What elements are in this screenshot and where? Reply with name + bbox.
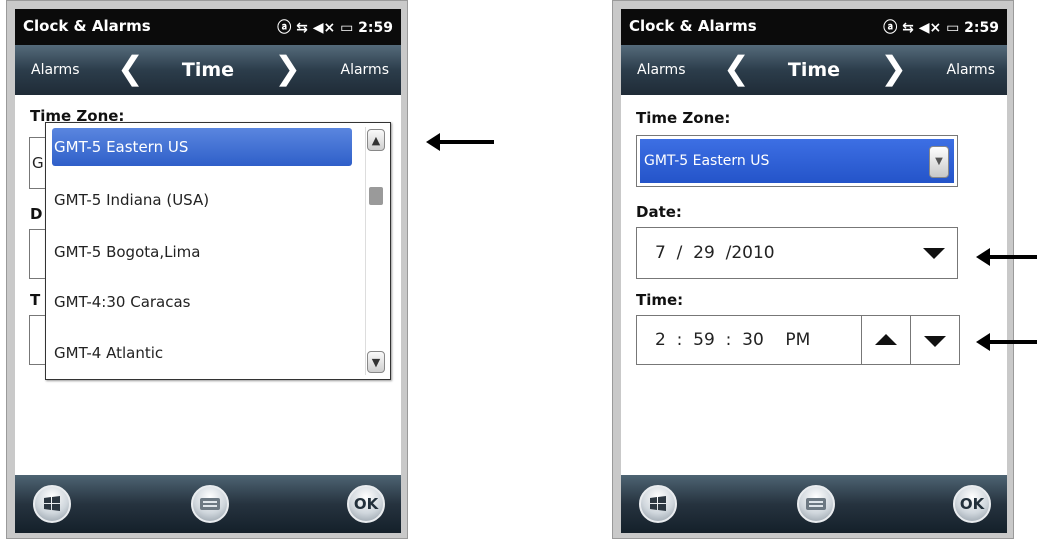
- time-value: 2 : 59 : 30 PM: [655, 330, 811, 350]
- date-label: Date:: [636, 203, 682, 221]
- dropdown-option[interactable]: GMT-4:30 Caracas: [52, 283, 352, 321]
- scroll-thumb[interactable]: [369, 187, 383, 205]
- bottom-bar: OK: [15, 475, 401, 533]
- arrow-down-icon: [924, 336, 946, 347]
- windows-start-button[interactable]: [33, 485, 71, 523]
- windows-start-icon: [650, 496, 666, 511]
- dropdown-scrollbar[interactable]: ▲ ▼: [365, 127, 386, 375]
- chevron-right-icon[interactable]: ❯: [274, 52, 301, 84]
- keyboard-button[interactable]: [191, 485, 229, 523]
- keyboard-icon: [200, 498, 220, 510]
- ok-button[interactable]: OK: [953, 485, 991, 523]
- windows-start-button[interactable]: [639, 485, 677, 523]
- arrow-up-icon: [875, 334, 897, 345]
- device-right: Clock & Alarms ⓐ ⇆ ◀× ▭ 2:59 Alarms ❮ Ti…: [612, 0, 1014, 539]
- status-icons: ⓐ ⇆ ◀× ▭ 2:59: [277, 20, 393, 36]
- content-area: Time Zone: GMT-5 Eastern US ▼ Date: 7 / …: [621, 95, 1007, 475]
- nav-bar: Alarms ❮ Time ❯ Alarms: [621, 45, 1007, 95]
- time-decrement-button[interactable]: [910, 315, 960, 365]
- date-value: 7 / 29 /2010: [655, 243, 775, 263]
- status-bar: Clock & Alarms ⓐ ⇆ ◀× ▭ 2:59: [15, 9, 401, 45]
- chevron-right-icon[interactable]: ❯: [880, 52, 907, 84]
- timezone-dropdown-list[interactable]: GMT-5 Eastern US GMT-5 Indiana (USA) GMT…: [45, 122, 391, 380]
- dropdown-option[interactable]: GMT-5 Eastern US: [52, 128, 352, 166]
- ok-button[interactable]: OK: [347, 485, 385, 523]
- keyboard-icon: [806, 498, 826, 510]
- scroll-up-icon[interactable]: ▲: [367, 129, 385, 151]
- time-increment-button[interactable]: [861, 315, 911, 365]
- date-picker[interactable]: 7 / 29 /2010: [636, 227, 958, 279]
- status-bar: Clock & Alarms ⓐ ⇆ ◀× ▭ 2:59: [621, 9, 1007, 45]
- dropdown-option[interactable]: GMT-5 Bogota,Lima: [52, 233, 352, 271]
- app-title: Clock & Alarms: [23, 17, 151, 35]
- timezone-value: GMT-5 Eastern US: [640, 139, 954, 183]
- keyboard-button[interactable]: [797, 485, 835, 523]
- callout-arrow-icon: [976, 248, 1037, 266]
- status-icons: ⓐ ⇆ ◀× ▭ 2:59: [883, 20, 999, 36]
- bottom-bar: OK: [621, 475, 1007, 533]
- dropdown-arrow-icon[interactable]: ▼: [929, 146, 949, 178]
- nav-right-alarms-link[interactable]: Alarms: [947, 62, 996, 78]
- nav-bar: Alarms ❮ Time ❯ Alarms: [15, 45, 401, 95]
- timezone-field-text: G: [32, 154, 44, 172]
- dropdown-option[interactable]: GMT-5 Indiana (USA): [52, 181, 352, 219]
- time-label: T: [30, 291, 41, 309]
- timezone-label: Time Zone:: [636, 109, 731, 127]
- timezone-select[interactable]: GMT-5 Eastern US ▼: [636, 135, 958, 187]
- chevron-down-icon[interactable]: [923, 248, 945, 259]
- date-label: D: [30, 205, 43, 223]
- callout-arrow-icon: [976, 333, 1037, 351]
- nav-right-alarms-link[interactable]: Alarms: [341, 62, 390, 78]
- windows-start-icon: [44, 496, 60, 511]
- time-picker[interactable]: 2 : 59 : 30 PM: [636, 315, 960, 365]
- scroll-down-icon[interactable]: ▼: [367, 351, 385, 373]
- dropdown-option[interactable]: GMT-4 Atlantic: [52, 334, 352, 372]
- time-label: Time:: [636, 291, 684, 309]
- app-title: Clock & Alarms: [629, 17, 757, 35]
- callout-arrow-icon: [426, 133, 494, 151]
- device-left: Clock & Alarms ⓐ ⇆ ◀× ▭ 2:59 Alarms ❮ Ti…: [6, 0, 408, 539]
